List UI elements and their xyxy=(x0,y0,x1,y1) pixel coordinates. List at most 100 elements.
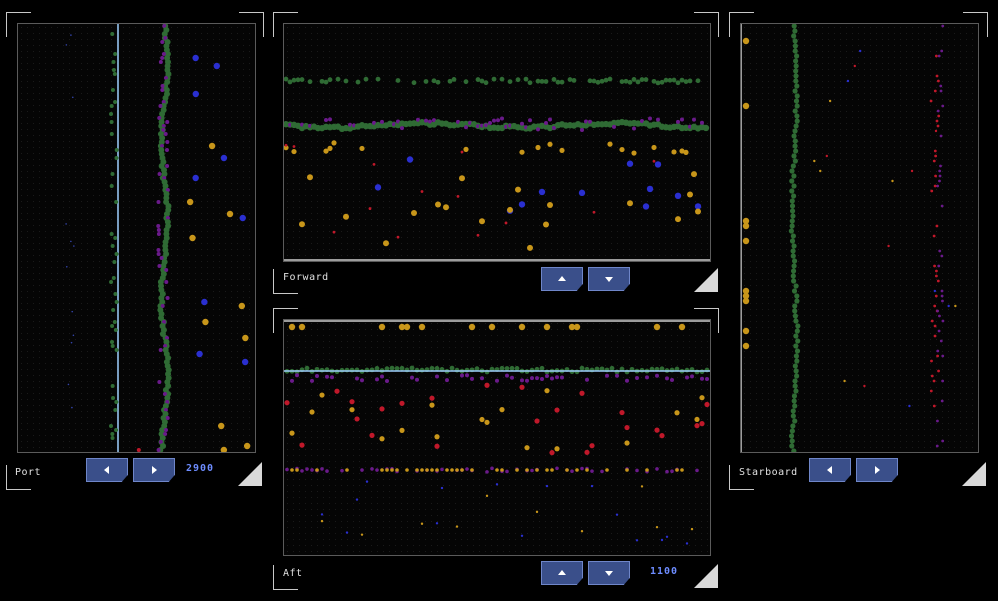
trace-mark xyxy=(600,469,604,474)
contact-mark xyxy=(565,468,569,472)
forward-sonar-display[interactable] xyxy=(283,23,711,262)
trace-mark xyxy=(570,469,574,473)
contact-mark xyxy=(332,230,336,234)
trace-mark xyxy=(936,109,940,113)
resize-handle-icon[interactable] xyxy=(694,564,718,588)
contact-mark xyxy=(220,154,228,162)
contact-mark xyxy=(243,442,251,450)
noise-mark xyxy=(320,519,324,523)
contact-mark xyxy=(518,201,526,208)
trace-mark xyxy=(792,28,798,34)
noise-mark xyxy=(73,245,75,247)
trace-mark xyxy=(505,373,509,378)
noise-mark xyxy=(615,513,619,516)
trace-mark xyxy=(940,204,944,208)
contact-mark xyxy=(430,468,434,472)
trace-mark xyxy=(792,308,798,314)
trace-mark xyxy=(330,375,334,380)
contact-mark xyxy=(429,402,435,408)
trace-mark xyxy=(414,367,420,373)
aft-up-button[interactable] xyxy=(541,561,583,585)
trace-mark xyxy=(551,77,557,82)
contact-mark xyxy=(742,327,750,335)
trace-mark xyxy=(110,32,115,36)
trace-mark xyxy=(792,313,799,319)
contact-mark xyxy=(380,468,384,472)
trace-mark xyxy=(791,133,797,139)
contact-mark xyxy=(742,37,750,45)
resize-handle-icon[interactable] xyxy=(962,462,986,486)
trace-mark xyxy=(585,377,589,382)
resize-handle-icon[interactable] xyxy=(238,462,262,486)
trace-mark xyxy=(571,77,577,83)
trace-mark xyxy=(635,468,639,473)
trace-mark xyxy=(325,469,329,473)
port-left-button[interactable] xyxy=(86,458,128,482)
resize-handle-icon[interactable] xyxy=(694,268,718,292)
aft-sonar-display[interactable] xyxy=(283,319,711,556)
trace-mark xyxy=(789,218,795,224)
contact-mark xyxy=(459,175,465,182)
starboard-sonar-display[interactable] xyxy=(740,23,979,453)
trace-mark xyxy=(655,467,659,471)
contact-mark xyxy=(525,468,529,472)
trace-mark xyxy=(940,294,944,298)
port-right-button[interactable] xyxy=(133,458,175,482)
trace-mark xyxy=(499,76,505,82)
contact-mark xyxy=(470,468,474,472)
noise-mark xyxy=(70,341,73,344)
contact-mark xyxy=(420,190,424,193)
contact-mark xyxy=(349,399,355,405)
forward-down-button[interactable] xyxy=(588,267,630,291)
trace-mark xyxy=(791,448,797,452)
contact-mark xyxy=(694,416,700,423)
trace-mark xyxy=(157,172,162,176)
contact-mark xyxy=(535,468,539,472)
contact-mark xyxy=(624,424,630,431)
trace-mark xyxy=(791,173,797,179)
forward-up-button[interactable] xyxy=(541,267,583,291)
trace-mark xyxy=(939,339,943,343)
trace-mark xyxy=(941,439,945,443)
trace-mark xyxy=(792,378,798,384)
trace-mark xyxy=(939,89,943,93)
trace-mark xyxy=(933,334,937,338)
noise-mark xyxy=(640,485,644,488)
trace-mark xyxy=(789,178,795,184)
trace-mark xyxy=(794,328,800,334)
trace-mark xyxy=(789,223,795,229)
trace-mark xyxy=(111,396,116,400)
trace-mark xyxy=(794,113,800,119)
trace-mark xyxy=(540,376,544,381)
trace-mark xyxy=(480,376,484,381)
starboard-left-button[interactable] xyxy=(809,458,851,482)
trace-mark xyxy=(161,52,166,56)
trace-mark xyxy=(789,238,796,244)
noise-mark xyxy=(320,513,324,516)
trace-mark xyxy=(114,300,119,304)
trace-mark xyxy=(665,376,669,381)
trace-mark xyxy=(323,79,329,85)
trace-mark xyxy=(315,373,319,378)
noise-mark xyxy=(535,510,539,514)
trace-mark xyxy=(790,233,796,239)
trace-mark xyxy=(700,376,704,381)
trace-mark xyxy=(790,268,797,274)
port-label: Port xyxy=(15,467,42,478)
trace-mark xyxy=(110,88,115,92)
forward-sonar-plot xyxy=(284,27,710,261)
trace-mark xyxy=(109,184,114,188)
contact-mark xyxy=(196,350,203,358)
aft-down-button[interactable] xyxy=(588,561,630,585)
trace-mark xyxy=(470,376,474,381)
trace-mark xyxy=(409,365,415,371)
trace-mark xyxy=(791,278,797,284)
port-sonar-display[interactable] xyxy=(17,23,256,453)
trace-mark xyxy=(445,378,449,383)
trace-mark xyxy=(792,38,798,44)
starboard-right-button[interactable] xyxy=(856,458,898,482)
trace-mark xyxy=(157,264,162,268)
trace-mark xyxy=(380,374,384,379)
trace-mark xyxy=(114,156,119,160)
trace-mark xyxy=(793,318,799,324)
